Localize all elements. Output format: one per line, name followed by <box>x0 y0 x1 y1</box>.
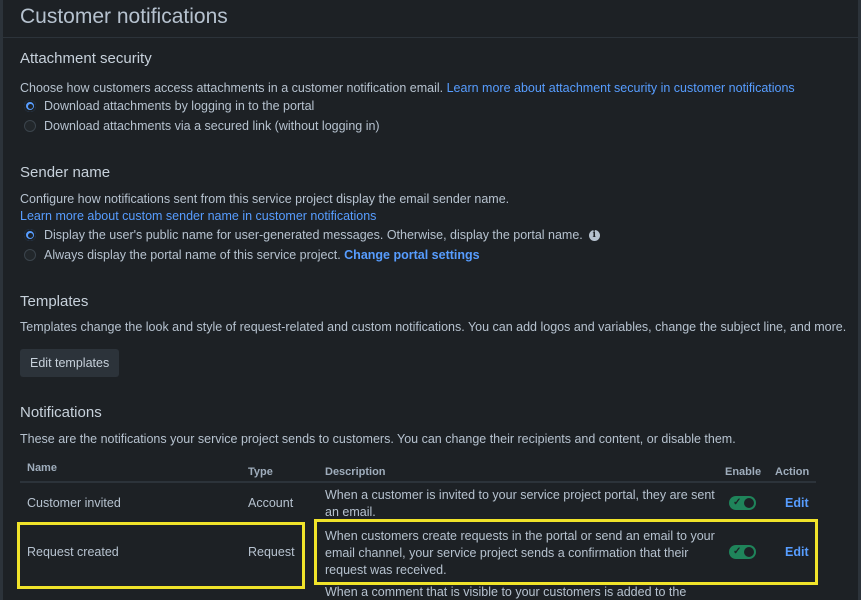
sender-option-portal-name[interactable]: Always display the portal name of this s… <box>24 248 480 262</box>
attachment-option-label: Download attachments by logging in to th… <box>44 99 315 113</box>
radio-selected[interactable] <box>24 229 36 241</box>
enable-toggle[interactable]: ✓ <box>729 496 756 510</box>
attachment-option-secured-link[interactable]: Download attachments via a secured link … <box>24 119 380 133</box>
attachment-security-heading: Attachment security <box>20 50 152 67</box>
sender-name-heading: Sender name <box>20 164 111 181</box>
info-icon[interactable]: i <box>588 229 600 241</box>
page-title: Customer notifications <box>20 5 228 28</box>
change-portal-settings-link[interactable]: Change portal settings <box>344 248 479 262</box>
customer-notifications-page: Customer notifications Attachment securi… <box>0 0 861 600</box>
check-icon: ✓ <box>733 546 742 557</box>
column-header-name: Name <box>27 462 57 474</box>
column-header-action: Action <box>775 466 810 478</box>
sender-name-learn-more-link[interactable]: Learn more about custom sender name in c… <box>20 209 376 223</box>
row-description: When customers create requests in the po… <box>325 529 715 577</box>
check-icon: ✓ <box>733 497 742 508</box>
sender-option-label: Display the user's public name for user-… <box>44 228 583 242</box>
notifications-heading: Notifications <box>20 404 102 421</box>
attachment-security-text: Choose how customers access attachments … <box>20 81 444 95</box>
radio-unselected[interactable] <box>24 249 36 261</box>
sender-name-learn-more: Learn more about custom sender name in c… <box>20 209 376 223</box>
radio-selected[interactable] <box>24 100 36 112</box>
toggle-knob <box>744 547 754 557</box>
notifications-description: These are the notifications your service… <box>20 432 736 446</box>
templates-description: Templates change the look and style of r… <box>20 320 847 334</box>
column-header-description: Description <box>325 466 386 478</box>
edit-button[interactable]: Edit <box>785 496 809 510</box>
title-divider <box>3 37 858 38</box>
radio-unselected[interactable] <box>24 120 36 132</box>
sender-option-public-name[interactable]: Display the user's public name for user-… <box>24 228 600 242</box>
edit-button[interactable]: Edit <box>785 545 809 559</box>
attachment-option-portal[interactable]: Download attachments by logging in to th… <box>24 99 314 113</box>
toggle-knob <box>744 498 754 508</box>
row-type: Request <box>248 545 295 559</box>
row-description: When a customer is invited to your servi… <box>325 488 715 519</box>
templates-heading: Templates <box>20 293 89 310</box>
column-header-type: Type <box>248 466 273 478</box>
attachment-option-label: Download attachments via a secured link … <box>44 119 380 133</box>
table-header-divider <box>20 481 816 483</box>
sender-option-label: Always display the portal name of this s… <box>44 248 341 262</box>
column-header-enable: Enable <box>725 466 762 478</box>
row-name: Request created <box>27 545 119 559</box>
row-name: Customer invited <box>27 496 121 510</box>
enable-toggle[interactable]: ✓ <box>729 545 756 559</box>
attachment-security-description: Choose how customers access attachments … <box>20 81 795 95</box>
attachment-security-learn-more-link[interactable]: Learn more about attachment security in … <box>447 81 795 95</box>
row-type: Account <box>248 496 294 510</box>
edit-templates-button[interactable]: Edit templates <box>20 349 120 377</box>
sender-name-description: Configure how notifications sent from th… <box>20 192 510 206</box>
row-description: When a comment that is visible to your c… <box>325 585 687 599</box>
